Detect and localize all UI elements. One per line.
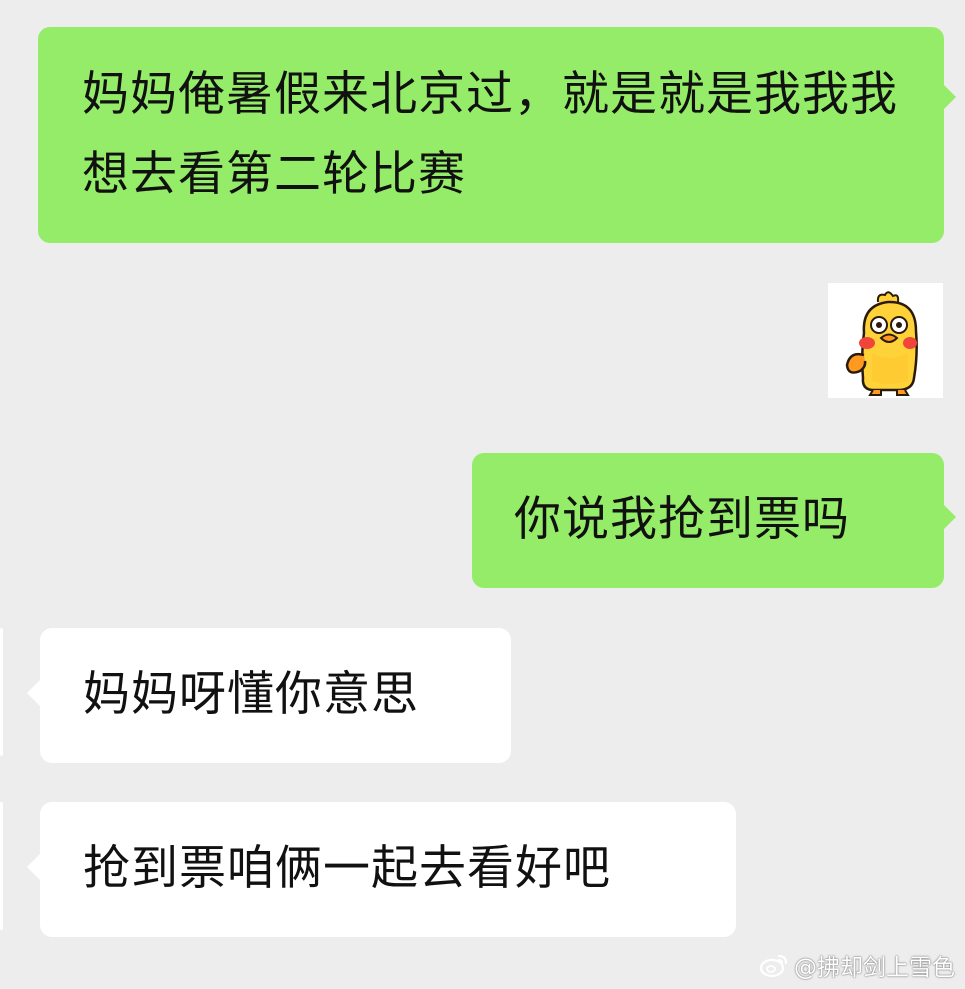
- yellow-duck-sticker[interactable]: [828, 283, 943, 398]
- avatar-edge: [0, 802, 3, 930]
- chat-conversation[interactable]: 妈妈俺暑假来北京过，就是就是我我我想去看第二轮比赛 你说我抢到票吗 妈妈呀懂你意…: [0, 0, 965, 989]
- received-message-bubble[interactable]: 抢到票咱俩一起去看好吧: [40, 802, 736, 937]
- duck-sticker-image: [828, 283, 943, 398]
- bubble-tail: [943, 84, 956, 110]
- received-message-bubble[interactable]: 妈妈呀懂你意思: [40, 628, 511, 763]
- sent-message-bubble[interactable]: 你说我抢到票吗: [472, 453, 944, 588]
- weibo-watermark: @拂却剑上雪色: [759, 951, 955, 981]
- weibo-icon: [759, 952, 789, 978]
- avatar-edge: [0, 628, 3, 756]
- sent-message-bubble[interactable]: 妈妈俺暑假来北京过，就是就是我我我想去看第二轮比赛: [38, 27, 944, 243]
- watermark-text: @拂却剑上雪色: [794, 955, 955, 981]
- bubble-tail: [27, 680, 40, 706]
- bubble-tail: [943, 504, 956, 530]
- bubble-tail: [27, 854, 40, 880]
